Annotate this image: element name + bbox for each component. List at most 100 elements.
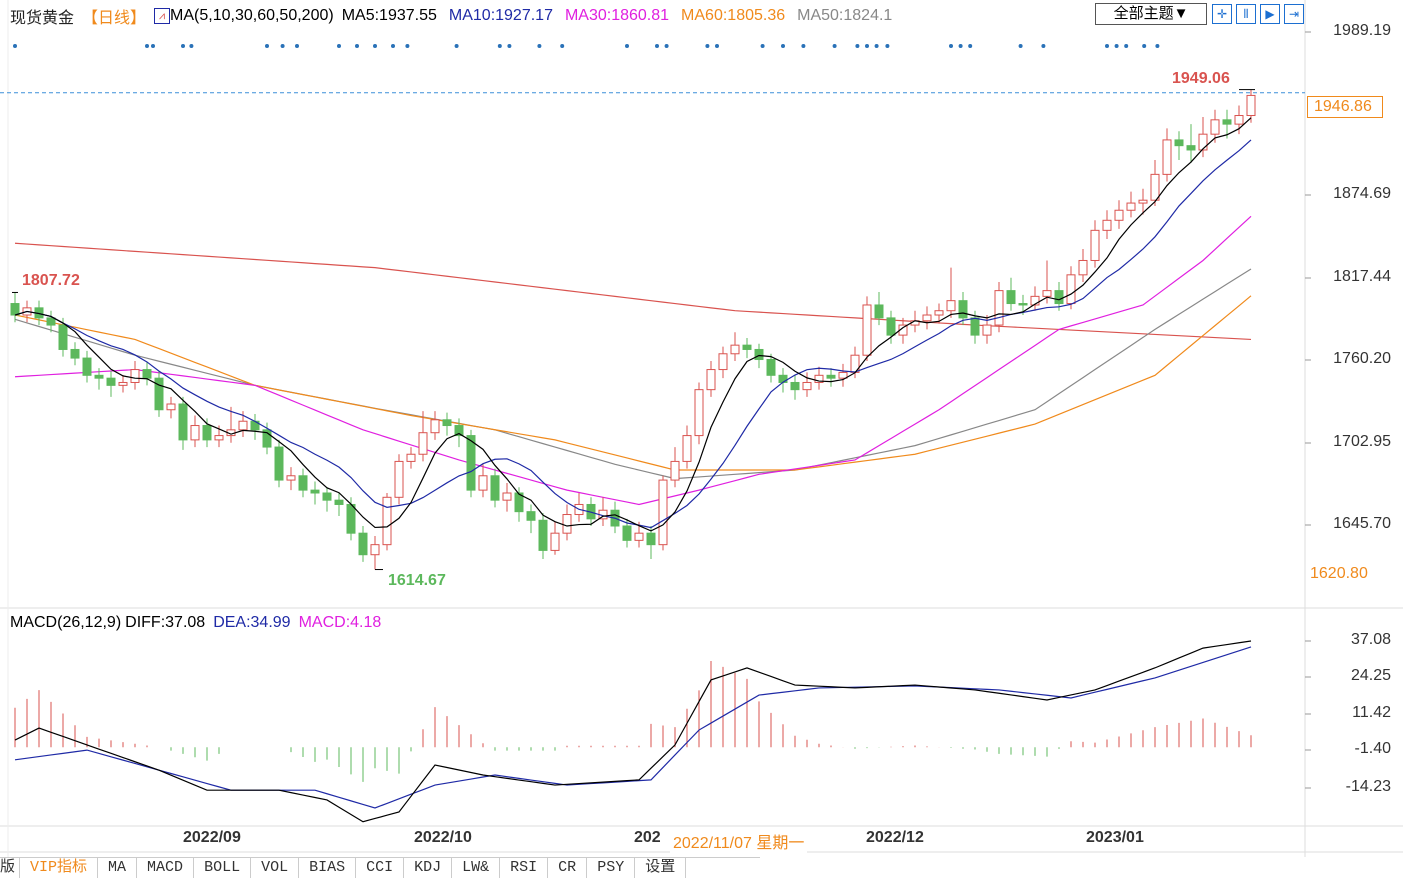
- candle-body: [1210, 119, 1220, 135]
- tab-13[interactable]: 设置: [635, 858, 687, 878]
- signal-dot: [181, 44, 185, 48]
- signal-dot: [1041, 44, 1046, 48]
- period-label[interactable]: 【日线】: [82, 4, 146, 28]
- tab-2[interactable]: MA: [98, 858, 138, 878]
- signal-dot: [151, 44, 155, 48]
- candle-body: [334, 499, 344, 505]
- candle-body: [406, 453, 416, 462]
- play-icon[interactable]: ▶: [1260, 4, 1280, 24]
- tab-10[interactable]: RSI: [500, 858, 549, 878]
- candle-body: [310, 489, 320, 494]
- candle-body: [826, 374, 836, 379]
- tab-9[interactable]: LW&: [452, 858, 501, 878]
- candle-body: [1162, 139, 1172, 175]
- candle-body: [382, 496, 392, 546]
- tab-7[interactable]: CCI: [356, 858, 405, 878]
- candle-body: [706, 369, 716, 391]
- signal-dot: [13, 44, 17, 48]
- ma10-value: MA10:1927.17: [448, 7, 553, 24]
- candle-body: [442, 419, 452, 427]
- candle-body: [646, 532, 656, 546]
- candle-body: [634, 532, 644, 541]
- tab-3[interactable]: MACD: [137, 858, 195, 878]
- candle-body: [1246, 94, 1256, 117]
- signal-dot: [507, 44, 512, 48]
- signal-dot: [265, 44, 269, 48]
- candle-body: [778, 374, 788, 383]
- signal-dot: [1155, 44, 1160, 48]
- signal-dot: [189, 44, 194, 48]
- tab-4[interactable]: BOLL: [194, 858, 252, 878]
- candle-body: [418, 432, 428, 455]
- ma-chart-icon[interactable]: ⩘: [154, 8, 171, 24]
- candle-body: [766, 359, 776, 376]
- signal-dot: [832, 44, 837, 48]
- candle-body: [982, 324, 992, 336]
- signal-dot: [405, 44, 410, 48]
- candle-body: [190, 425, 200, 441]
- price-tick: 1989.19: [1333, 22, 1391, 39]
- candle-body: [874, 304, 884, 319]
- candle-body: [526, 511, 536, 521]
- ma50-value: MA50:1824.1: [797, 7, 893, 24]
- ma5-value: MA5:1937.55: [341, 7, 437, 24]
- theme-select[interactable]: 全部主题▼: [1095, 3, 1207, 25]
- ma50-line: [14, 268, 1252, 480]
- zoom-range-icon[interactable]: ⫴: [1236, 4, 1256, 24]
- candle-body: [790, 381, 800, 391]
- signal-dot: [1114, 44, 1119, 48]
- candle-body: [1138, 199, 1148, 204]
- candle-body: [322, 492, 332, 501]
- candle-body: [538, 519, 548, 551]
- signal-dot: [391, 44, 395, 48]
- candle-body: [130, 369, 140, 383]
- signal-dot: [537, 44, 542, 48]
- date-tick: 2022/10: [414, 829, 472, 846]
- macd-header: MACD(26,12,9) DIFF:37.08 DEA:34.99 MACD:…: [10, 614, 381, 632]
- macd-title: MACD(26,12,9): [10, 614, 122, 631]
- candle-body: [1222, 119, 1232, 125]
- candle-body: [106, 377, 116, 386]
- chart-canvas[interactable]: [0, 0, 1403, 877]
- crosshair-icon[interactable]: ✛: [1212, 4, 1232, 24]
- export-icon[interactable]: ⇥: [1284, 4, 1304, 24]
- candle-body: [178, 403, 188, 441]
- tab-12[interactable]: PSY: [587, 858, 636, 878]
- ma60-value: MA60:1805.36: [681, 7, 786, 24]
- macd-tick: 37.08: [1350, 631, 1391, 648]
- candle-body: [742, 344, 752, 350]
- candle-body: [46, 317, 56, 326]
- tab-0[interactable]: 版: [0, 858, 21, 878]
- candle-body: [802, 381, 812, 391]
- signal-dot: [1018, 44, 1023, 48]
- candle-body: [142, 369, 152, 379]
- tab-5[interactable]: VOL: [251, 858, 300, 878]
- tab-8[interactable]: KDJ: [404, 858, 453, 878]
- signal-dot: [337, 44, 341, 48]
- candle-body: [1066, 274, 1076, 305]
- latest-high-annotation: 1949.06: [1172, 70, 1230, 87]
- signal-dot: [280, 44, 285, 48]
- signal-dot: [145, 44, 149, 48]
- candle-body: [1102, 219, 1112, 231]
- candle-body: [682, 435, 692, 462]
- signal-dot: [664, 44, 669, 48]
- tab-1[interactable]: VIP指标: [20, 858, 99, 878]
- ma10-line: [14, 139, 1252, 529]
- signal-dot: [968, 44, 973, 48]
- signal-dot: [560, 44, 565, 48]
- candle-body: [238, 420, 248, 431]
- low-price-label: 1620.80: [1310, 565, 1368, 582]
- tab-11[interactable]: CR: [548, 858, 588, 878]
- signal-dot: [855, 44, 860, 48]
- candle-body: [166, 403, 176, 411]
- macd-value: MACD:4.18: [298, 614, 382, 631]
- candle-body: [1006, 290, 1016, 305]
- price-tick: 1817.44: [1333, 268, 1391, 285]
- candle-body: [670, 460, 680, 481]
- tab-6[interactable]: BIAS: [299, 858, 357, 878]
- candle-body: [70, 348, 80, 359]
- signal-dot: [1124, 44, 1129, 48]
- candle-body: [1114, 209, 1124, 221]
- signal-dot: [655, 44, 659, 48]
